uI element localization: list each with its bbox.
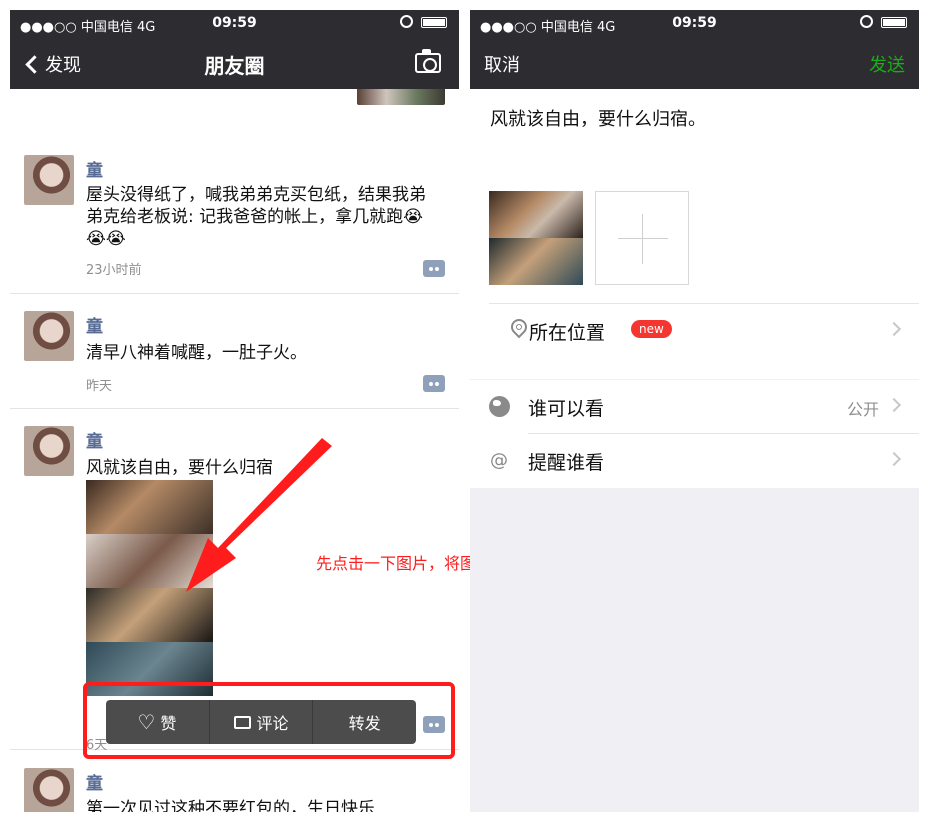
- avatar[interactable]: [24, 155, 74, 205]
- post-text: 屋头没得纸了，喊我弟弟克买包纸，结果我弟弟克给老板说: 记我爸爸的帐上，拿几就跑…: [86, 185, 426, 249]
- status-bar: ●●●○○ 中国电信 4G 09:59: [470, 10, 919, 37]
- nav-bar: 取消 发送: [470, 37, 919, 89]
- post-time: 昨天: [86, 379, 113, 394]
- location-row[interactable]: 所在位置 new: [489, 303, 919, 357]
- battery-icon: [421, 17, 447, 28]
- avatar[interactable]: [24, 311, 74, 361]
- status-time: 09:59: [672, 15, 717, 31]
- post-text: 风就该自由，要什么归宿: [86, 458, 273, 478]
- list-item: 童 清早八神着喊醒，一肚子火。 昨天: [10, 295, 459, 409]
- status-bar: ●●●○○ 中国电信 4G 09:59: [10, 10, 459, 37]
- post-author[interactable]: 童: [86, 427, 103, 452]
- compose-text-input[interactable]: 风就该自由，要什么归宿。: [490, 105, 706, 131]
- chevron-right-icon: [886, 397, 902, 413]
- location-label: 所在位置: [529, 322, 606, 344]
- list-item: 童 屋头没得纸了，喊我弟弟克买包纸，结果我弟弟克给老板说: 记我爸爸的帐上，拿几…: [10, 144, 459, 294]
- camera-icon[interactable]: [415, 49, 441, 73]
- highlight-box: [83, 682, 455, 759]
- attached-image[interactable]: [489, 191, 583, 285]
- comment-menu-icon[interactable]: [423, 375, 445, 392]
- new-badge: new: [631, 320, 672, 338]
- post-text: 第一次见过这种不要红包的，生日快乐: [86, 799, 375, 812]
- visibility-row[interactable]: 谁可以看 公开: [470, 380, 919, 434]
- chevron-right-icon: [886, 451, 902, 467]
- post-author[interactable]: 童: [86, 312, 103, 337]
- post-author[interactable]: 童: [86, 156, 103, 181]
- rotation-lock-icon: [400, 15, 413, 28]
- battery-icon: [881, 17, 907, 28]
- location-pin-icon: [507, 315, 531, 339]
- comment-menu-icon[interactable]: [423, 260, 445, 277]
- add-image-button[interactable]: [595, 191, 689, 285]
- compose-screen: ●●●○○ 中国电信 4G 09:59 取消 发送 风就该自由，要什么归宿。 所…: [470, 10, 919, 812]
- mention-row[interactable]: @ 提醒谁看: [470, 434, 919, 488]
- page-title: 朋友圈: [204, 54, 265, 78]
- post-author[interactable]: 童: [86, 769, 103, 794]
- status-time: 09:59: [212, 15, 257, 31]
- screenshot-root: ●●●○○ 中国电信 4G 09:59 发现 朋友圈 童 屋头没得纸了，喊我弟弟…: [0, 0, 928, 820]
- post-time: 23小时前: [86, 263, 142, 278]
- avatar[interactable]: [24, 768, 74, 812]
- visibility-label: 谁可以看: [528, 398, 605, 420]
- nav-bar: 发现 朋友圈: [10, 37, 459, 89]
- at-sign-icon: @: [490, 450, 508, 471]
- chevron-right-icon: [886, 321, 902, 337]
- avatar[interactable]: [24, 426, 74, 476]
- send-button[interactable]: 发送: [869, 51, 905, 77]
- cancel-button[interactable]: 取消: [484, 51, 520, 77]
- mention-label: 提醒谁看: [528, 452, 605, 474]
- previous-post-image[interactable]: [357, 89, 445, 105]
- compose-area: 风就该自由，要什么归宿。 所在位置 new: [470, 89, 919, 379]
- post-image[interactable]: [86, 480, 213, 696]
- visibility-value: 公开: [846, 400, 879, 419]
- post-text: 清早八神着喊醒，一肚子火。: [86, 343, 307, 363]
- list-item: 童 第一次见过这种不要红包的，生日快乐: [10, 750, 459, 812]
- moments-screen: ●●●○○ 中国电信 4G 09:59 发现 朋友圈 童 屋头没得纸了，喊我弟弟…: [10, 10, 459, 812]
- globe-icon: [489, 396, 510, 417]
- rotation-lock-icon: [860, 15, 873, 28]
